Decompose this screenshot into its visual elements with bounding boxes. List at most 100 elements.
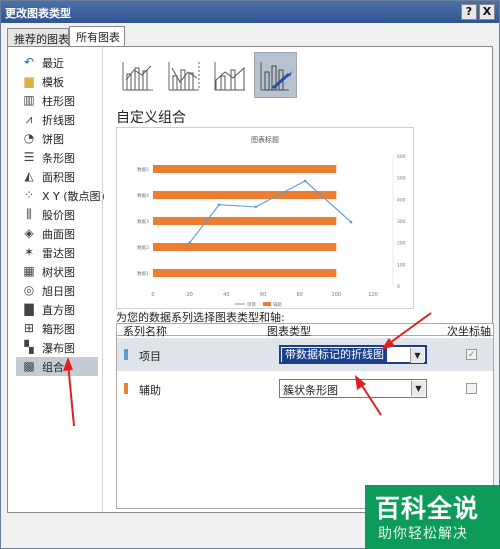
histogram-chart-icon: ▇ xyxy=(24,302,34,316)
sidebar-item-sunburst-chart[interactable]: ◎ 旭日图 xyxy=(16,281,98,300)
series-name: 辅助 xyxy=(139,384,161,397)
area-chart-icon: ◭ xyxy=(24,169,34,183)
bar xyxy=(153,217,337,225)
series-color-swatch xyxy=(124,349,128,360)
line-marker xyxy=(254,205,257,209)
sidebar-item-undo[interactable]: ↶ 最近 xyxy=(16,53,98,72)
sidebar-item-line-chart[interactable]: ⩘ 折线图 xyxy=(16,110,98,129)
sidebar-item-label: 旭日图 xyxy=(42,285,75,298)
sidebar-item-stock-chart[interactable]: ⫼ 股价图 xyxy=(16,205,98,224)
category-label: 数据5 xyxy=(137,166,149,173)
sidebar-item-radar-chart[interactable]: ✶ 雷达图 xyxy=(16,243,98,262)
subtype-custom-combination[interactable] xyxy=(254,52,297,98)
scatter-chart-icon: ⁘ xyxy=(23,188,35,202)
pie-chart-icon: ◔ xyxy=(23,131,35,145)
x-tick-label: 40 xyxy=(223,292,229,298)
legend-label: 项目 xyxy=(247,302,256,308)
bar xyxy=(153,269,337,277)
panel-divider xyxy=(102,47,103,512)
sidebar-item-scatter-chart[interactable]: ⁘ X Y (散点图) xyxy=(16,186,105,205)
watermark-title: 百科全说 xyxy=(375,494,480,523)
column-line-secondary-icon xyxy=(168,62,200,91)
dialog-title: 更改图表类型 xyxy=(5,7,71,20)
sidebar-item-label: 雷达图 xyxy=(42,247,75,260)
line-marker xyxy=(303,179,307,183)
header-chart-type: 图表类型 xyxy=(267,325,311,338)
area-column-icon xyxy=(214,62,245,91)
category-label: 数据4 xyxy=(137,192,149,199)
custom-combo-icon xyxy=(260,62,292,91)
header-series-name: 系列名称 xyxy=(123,325,167,338)
section-title: 自定义组合 xyxy=(116,110,186,126)
secondary-axis-checkbox-helper[interactable] xyxy=(466,383,477,394)
right-tick-label: 200 xyxy=(397,241,406,247)
subtype-clustered-column-line[interactable] xyxy=(116,52,159,98)
sidebar-item-folder[interactable]: ▆ 模板 xyxy=(16,72,98,91)
chevron-down-icon[interactable]: ▼ xyxy=(411,381,425,396)
change-chart-type-dialog: 更改图表类型 ? X 推荐的图表 所有图表 ↶ 最近 ▆ 模板 ▥ 柱形图 ⩘ 折线图 ◔ 饼图 ☰… xyxy=(0,0,500,549)
watermark-logo: 百科全说 助你轻松解决 xyxy=(365,485,500,549)
bar xyxy=(153,243,337,251)
bar-chart-icon: ☰ xyxy=(23,150,35,164)
sidebar-item-bar-chart[interactable]: ☰ 条形图 xyxy=(16,148,98,167)
x-tick-label: 60 xyxy=(260,292,266,298)
box-chart-icon: ⊞ xyxy=(23,321,35,335)
legend-label: 辅助 xyxy=(273,301,282,308)
sidebar-item-label: 面积图 xyxy=(42,171,75,184)
sidebar-item-label: 树状图 xyxy=(42,266,75,279)
right-tick-label: 400 xyxy=(397,197,406,203)
sunburst-chart-icon: ◎ xyxy=(23,283,35,297)
series-line xyxy=(189,180,352,244)
folder-icon: ▆ xyxy=(24,74,34,88)
surface-chart-icon: ◈ xyxy=(24,226,34,240)
line-chart-icon: ⩘ xyxy=(25,112,33,126)
tab-panel: ↶ 最近 ▆ 模板 ▥ 柱形图 ⩘ 折线图 ◔ 饼图 ☰ 条形图 ◭ 面积图 ⁘ X Y (散点图) ⫼ 股价图 ◈… xyxy=(7,46,494,513)
bar xyxy=(153,165,337,173)
series-chart-type-grid: 系列名称 图表类型 次坐标轴 项目 带数据标记的折线图 ▼ ✓ 辅助 簇状条形图… xyxy=(116,323,494,509)
sidebar-item-column-chart[interactable]: ▥ 柱形图 xyxy=(16,91,98,110)
subtype-column-line-secondary[interactable] xyxy=(162,52,205,98)
sidebar-item-label: 条形图 xyxy=(42,152,75,165)
right-tick-label: 100 xyxy=(397,262,406,268)
sidebar-item-label: 模板 xyxy=(42,76,64,89)
sidebar-item-box-chart[interactable]: ⊞ 箱形图 xyxy=(16,319,98,338)
right-tick-label: 600 xyxy=(397,154,406,160)
close-button[interactable]: X xyxy=(479,4,495,20)
help-button[interactable]: ? xyxy=(461,4,477,20)
sidebar-item-waterfall-chart[interactable]: ▚ 瀑布图 xyxy=(16,338,98,357)
combo-chart: 图表标题 0 20 40 60 80 100 120 0 100 200 300 400 500 600 数据… xyxy=(137,135,406,308)
title-bar: 更改图表类型 ? X xyxy=(1,1,499,23)
tab-recommended[interactable]: 推荐的图表 xyxy=(7,28,69,46)
sidebar-item-treemap-chart[interactable]: ▦ 树状图 xyxy=(16,262,98,281)
chevron-down-icon[interactable]: ▼ xyxy=(410,348,424,363)
sidebar-item-surface-chart[interactable]: ◈ 曲面图 xyxy=(16,224,98,243)
category-label: 数据2 xyxy=(137,244,149,251)
sidebar-item-label: 箱形图 xyxy=(42,323,75,336)
subtype-stacked-area-column[interactable] xyxy=(208,52,251,98)
tab-all-charts[interactable]: 所有图表 xyxy=(69,26,125,46)
sidebar-item-histogram-chart[interactable]: ▇ 直方图 xyxy=(16,300,98,319)
chart-type-dropdown-helper[interactable]: 簇状条形图 ▼ xyxy=(279,379,427,398)
x-tick-label: 20 xyxy=(186,292,192,298)
column-line-icon xyxy=(122,62,153,91)
stock-chart-icon: ⫼ xyxy=(26,207,32,221)
series-row-project[interactable]: 项目 带数据标记的折线图 ▼ ✓ xyxy=(117,338,493,371)
radar-chart-icon: ✶ xyxy=(23,245,35,259)
sidebar-item-label: 瀑布图 xyxy=(42,342,75,355)
header-secondary-axis: 次坐标轴 xyxy=(447,325,491,338)
waterfall-chart-icon: ▚ xyxy=(24,340,34,354)
sidebar-item-area-chart[interactable]: ◭ 面积图 xyxy=(16,167,98,186)
sidebar-item-pie-chart[interactable]: ◔ 饼图 xyxy=(16,129,98,148)
sidebar-item-label: 柱形图 xyxy=(42,95,75,108)
line-marker xyxy=(188,241,191,244)
undo-icon: ↶ xyxy=(23,55,35,69)
secondary-axis-checkbox-project[interactable]: ✓ xyxy=(466,349,477,360)
sidebar-item-combo-chart[interactable]: ▩ 组合 xyxy=(16,357,98,376)
combo-chart-icon: ▩ xyxy=(23,359,35,373)
category-label: 数据3 xyxy=(137,218,149,225)
category-label: 数据1 xyxy=(137,270,149,277)
series-row-helper[interactable]: 辅助 簇状条形图 ▼ xyxy=(117,372,493,405)
chart-type-dropdown-project[interactable]: 带数据标记的折线图 ▼ xyxy=(279,345,427,364)
chart-title: 图表标题 xyxy=(251,135,279,144)
bar xyxy=(153,191,337,199)
